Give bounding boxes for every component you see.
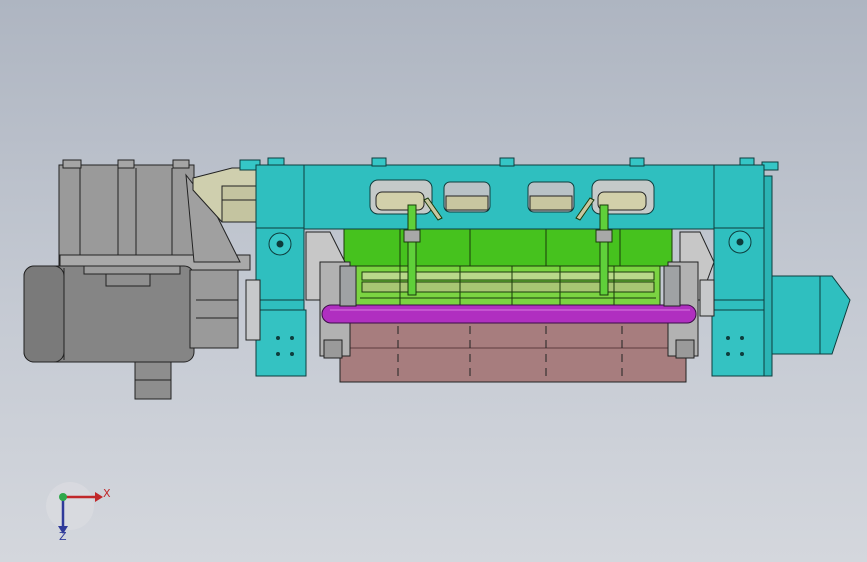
knife-holder	[343, 227, 673, 309]
x-axis-head	[95, 492, 103, 502]
coordinate-triad	[46, 482, 103, 534]
x-axis-label: X	[103, 487, 111, 500]
bed-table	[339, 317, 687, 383]
motor-cylinder	[23, 265, 239, 400]
machine-drawing	[23, 157, 851, 534]
press-roller	[321, 304, 697, 324]
y-axis-dot	[59, 493, 67, 501]
cad-viewport[interactable]: X Z	[0, 0, 867, 562]
z-axis-label: Z	[59, 530, 67, 543]
